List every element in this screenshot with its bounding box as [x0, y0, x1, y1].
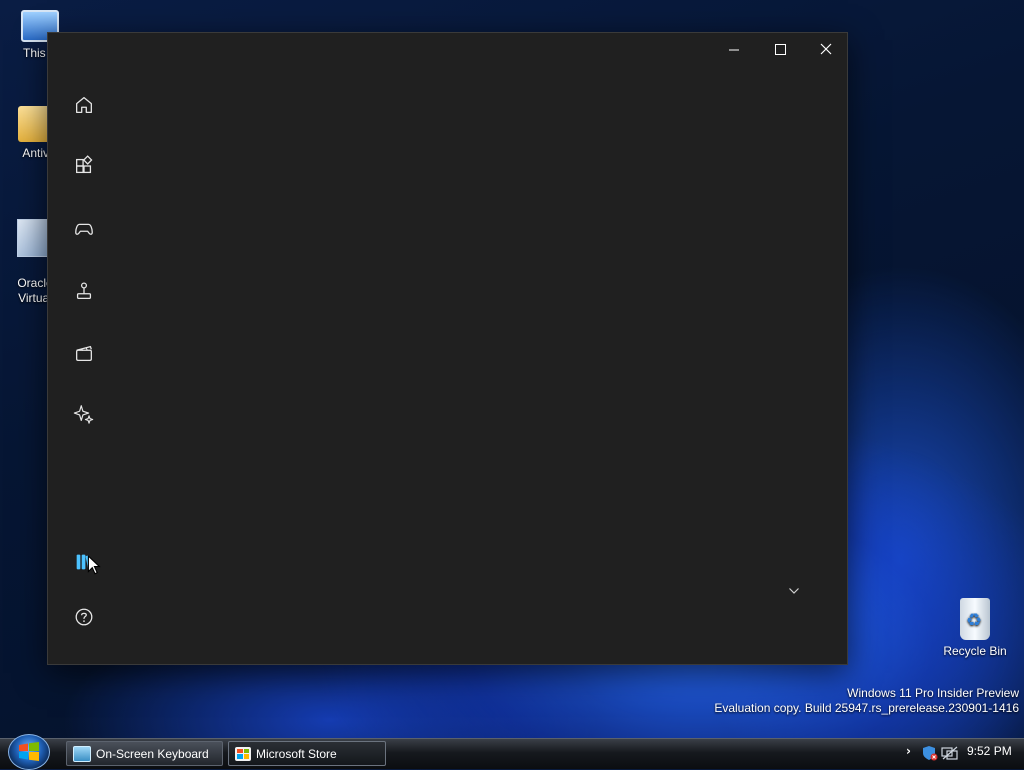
- maximize-button[interactable]: [757, 33, 803, 65]
- close-icon: [820, 43, 832, 55]
- nav-library-button[interactable]: [64, 542, 104, 582]
- nav-arcade-button[interactable]: [64, 271, 104, 311]
- tray-network-icon[interactable]: [941, 746, 959, 763]
- joystick-icon: [76, 282, 92, 299]
- tray-security-icon[interactable]: [922, 745, 938, 764]
- nav-movies-tv-button[interactable]: [64, 333, 104, 373]
- taskbar-button-on-screen-keyboard[interactable]: On-Screen Keyboard: [66, 741, 223, 766]
- home-icon: [76, 97, 92, 113]
- nav-gaming-button[interactable]: [64, 209, 104, 249]
- network-disconnected-icon: [941, 746, 958, 760]
- windows-logo-icon: [19, 742, 39, 761]
- start-button[interactable]: [8, 734, 50, 770]
- tray-clock[interactable]: 9:52 PM: [967, 744, 1012, 758]
- desktop-icon-recycle-bin[interactable]: Recycle Bin: [940, 598, 1010, 658]
- recycle-bin-icon: [960, 598, 990, 640]
- nav-help-button[interactable]: [64, 597, 104, 637]
- help-icon: [75, 608, 93, 626]
- sparkle-icon: [73, 405, 94, 424]
- close-button[interactable]: [803, 33, 849, 65]
- windows-watermark-line1: Windows 11 Pro Insider Preview: [847, 686, 1019, 700]
- taskbar-button-microsoft-store[interactable]: Microsoft Store: [228, 741, 386, 766]
- tray-expand-button[interactable]: ›: [906, 744, 911, 758]
- game-controller-icon: [75, 223, 93, 235]
- taskbar-button-label: Microsoft Store: [256, 746, 337, 761]
- chevron-down-icon: [789, 588, 799, 594]
- desktop-icon-label: Recycle Bin: [943, 644, 1007, 658]
- nav-apps-button[interactable]: [64, 146, 104, 186]
- minimize-icon: [728, 49, 739, 50]
- expand-chevron-button[interactable]: [786, 583, 802, 599]
- shield-warning-icon: [923, 746, 938, 761]
- nav-ai-hub-button[interactable]: [64, 394, 104, 434]
- apps-icon: [76, 155, 93, 174]
- windows-watermark-line2: Evaluation copy. Build 25947.rs_prerelea…: [714, 701, 1019, 715]
- microsoft-store-icon: [235, 746, 251, 761]
- mouse-cursor-icon: [87, 555, 101, 575]
- maximize-icon: [774, 43, 786, 55]
- taskbar-button-label: On-Screen Keyboard: [96, 746, 209, 761]
- keyboard-icon: [73, 745, 91, 762]
- minimize-button[interactable]: [711, 33, 757, 65]
- microsoft-store-window: [47, 32, 848, 665]
- nav-home-button[interactable]: [64, 85, 104, 125]
- clapperboard-icon: [76, 345, 92, 361]
